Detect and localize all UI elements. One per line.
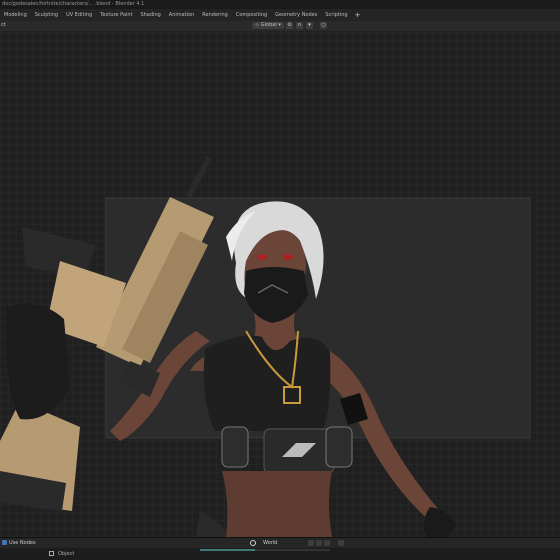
magnet-icon: ∩ xyxy=(297,22,302,28)
render-preview xyxy=(0,156,531,537)
object-icon xyxy=(49,551,54,556)
character-eye-left xyxy=(257,254,267,260)
pin-button[interactable] xyxy=(338,540,344,546)
viewport-header: ct ⊹ Global ▾ ⊙ ∩ ▾ ○ xyxy=(0,21,560,31)
object-mode-label[interactable]: Object xyxy=(58,551,74,557)
character-glove-right xyxy=(423,507,456,537)
character-side-pouch-right xyxy=(325,426,353,468)
3d-viewport[interactable] xyxy=(0,31,560,537)
tab-texture-paint[interactable]: Texture Paint xyxy=(96,9,136,21)
unlink-world-button[interactable] xyxy=(324,540,330,546)
character-side-pouch-left xyxy=(221,426,249,468)
rifle-barrel xyxy=(186,156,212,198)
render-progress-bar xyxy=(200,549,330,551)
tab-modeling[interactable]: Modeling xyxy=(0,9,31,21)
snap-options-button[interactable]: ▾ xyxy=(306,22,313,29)
world-selector[interactable]: World xyxy=(263,540,277,546)
character-pants-left xyxy=(196,511,227,537)
pivot-icon: ⊙ xyxy=(287,22,292,28)
use-nodes-label: Use Nodes xyxy=(9,540,36,546)
tab-sculpting[interactable]: Sculpting xyxy=(31,9,62,21)
status-bar: Object xyxy=(0,548,560,560)
tab-shading[interactable]: Shading xyxy=(136,9,164,21)
render-progress-fill xyxy=(200,549,255,551)
transform-orientation-dropdown[interactable]: ⊹ Global ▾ xyxy=(252,22,284,29)
circle-icon: ○ xyxy=(321,22,326,28)
tab-compositing[interactable]: Compositing xyxy=(232,9,271,21)
chevron-down-icon: ▾ xyxy=(276,22,281,28)
window-title: doc/godesalen/fortnite/characters/... .b… xyxy=(0,0,560,9)
header-left-label: ct xyxy=(1,22,6,28)
pivot-point-button[interactable]: ⊙ xyxy=(286,22,293,29)
tab-animation[interactable]: Animation xyxy=(165,9,199,21)
snap-chevron-icon: ▾ xyxy=(308,22,311,28)
character-top xyxy=(203,335,331,431)
tab-geometry-nodes[interactable]: Geometry Nodes xyxy=(271,9,321,21)
copy-world-button[interactable] xyxy=(316,540,322,546)
use-nodes-checkbox[interactable] xyxy=(2,540,7,545)
transform-orientation-label: Global xyxy=(260,22,277,28)
world-icon[interactable] xyxy=(250,540,256,546)
new-world-button[interactable] xyxy=(308,540,314,546)
tab-rendering[interactable]: Rendering xyxy=(198,9,232,21)
character-glove-left xyxy=(5,303,70,420)
proportional-editing-button[interactable]: ○ xyxy=(320,22,327,29)
add-workspace-button[interactable]: + xyxy=(352,11,364,19)
character-eye-right xyxy=(283,254,293,260)
character-abdomen xyxy=(222,471,332,537)
snap-button[interactable]: ∩ xyxy=(296,22,303,29)
tab-scripting[interactable]: Scripting xyxy=(321,9,351,21)
tab-uv-editing[interactable]: UV Editing xyxy=(62,9,96,21)
